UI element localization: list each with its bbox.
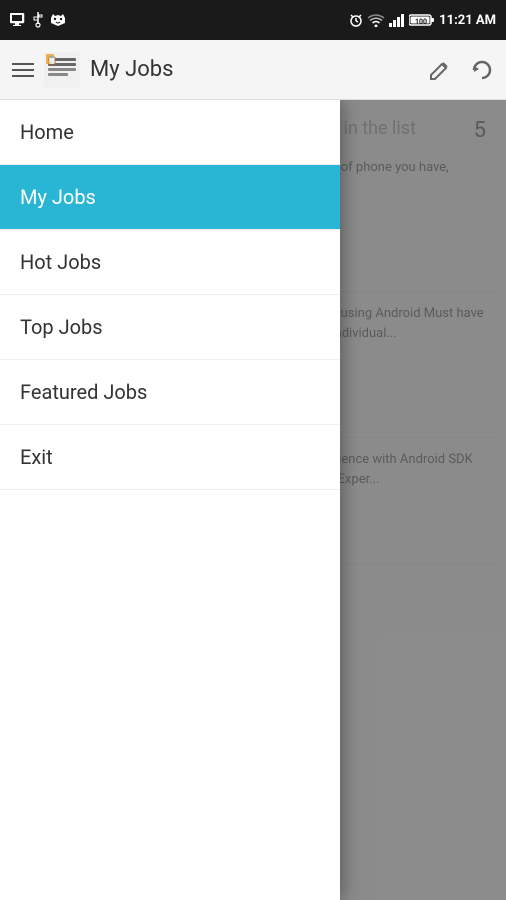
toolbar-title: My Jobs bbox=[90, 57, 173, 82]
wifi-icon bbox=[367, 13, 385, 27]
drawer-item-hotjobs[interactable]: Hot Jobs bbox=[0, 230, 340, 295]
svg-text:100: 100 bbox=[415, 18, 427, 26]
edit-button[interactable] bbox=[428, 58, 452, 82]
toolbar-left: 📋 My Jobs bbox=[12, 52, 173, 88]
hamburger-menu[interactable] bbox=[12, 63, 34, 77]
battery-icon: 100 bbox=[409, 13, 435, 27]
signal-icon bbox=[389, 13, 405, 27]
app-icon: 📋 bbox=[44, 52, 80, 88]
alarm-icon bbox=[349, 13, 363, 27]
display-icon bbox=[10, 13, 26, 27]
drawer-item-topjobs[interactable]: Top Jobs bbox=[0, 295, 340, 360]
status-icons-right: 100 11:21 AM bbox=[349, 13, 496, 28]
refresh-button[interactable] bbox=[470, 58, 494, 82]
drawer-item-myjobs[interactable]: My Jobs bbox=[0, 165, 340, 230]
status-icons-left bbox=[10, 12, 66, 28]
toolbar-actions bbox=[428, 58, 494, 82]
drawer-item-featuredjobs[interactable]: Featured Jobs bbox=[0, 360, 340, 425]
toolbar: 📋 My Jobs bbox=[0, 40, 506, 100]
navigation-drawer: Home My Jobs Hot Jobs Top Jobs Featured … bbox=[0, 100, 340, 900]
cat-icon bbox=[50, 13, 66, 27]
svg-text:📋: 📋 bbox=[47, 55, 57, 65]
time-display: 11:21 AM bbox=[439, 13, 496, 28]
status-bar: 100 11:21 AM bbox=[0, 0, 506, 40]
main-content: Search in the list 5 flexible working ho… bbox=[0, 100, 506, 900]
usb-icon bbox=[32, 12, 44, 28]
drawer-item-home[interactable]: Home bbox=[0, 100, 340, 165]
drawer-item-exit[interactable]: Exit bbox=[0, 425, 340, 490]
